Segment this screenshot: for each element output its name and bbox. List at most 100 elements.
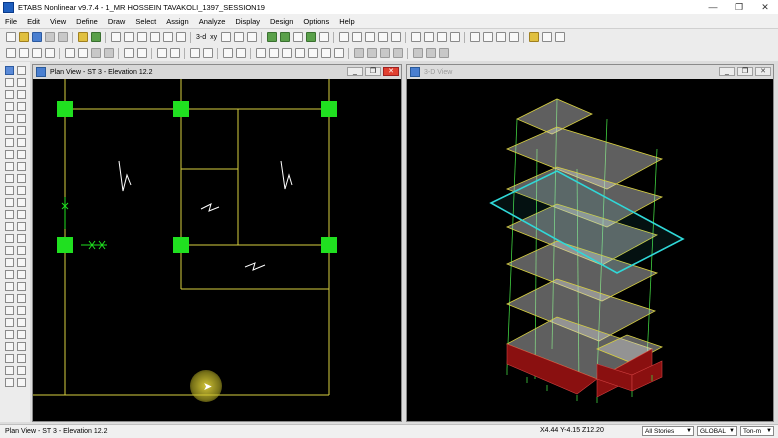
- beam-icon[interactable]: [77, 48, 88, 58]
- plan-view-minimize-button[interactable]: _: [347, 67, 363, 76]
- animate-icon[interactable]: [449, 32, 460, 42]
- pan-icon[interactable]: [162, 32, 173, 42]
- show-loads-icon[interactable]: [235, 48, 246, 58]
- undo-icon[interactable]: [44, 32, 55, 42]
- design-composite-icon[interactable]: [495, 32, 506, 42]
- section-icon[interactable]: [390, 32, 401, 42]
- snap-lines-icon[interactable]: [4, 234, 14, 243]
- draw-area-click-icon[interactable]: [16, 150, 26, 159]
- align-icon[interactable]: [412, 48, 423, 58]
- frame-prop-icon[interactable]: [255, 48, 266, 58]
- snap-extension-icon[interactable]: [4, 246, 14, 255]
- mirror-icon[interactable]: [366, 48, 377, 58]
- rotate-icon[interactable]: [233, 32, 244, 42]
- coord-system-select[interactable]: GLOBAL ▼: [697, 426, 737, 436]
- draw-brace-icon[interactable]: [16, 90, 26, 99]
- select-all-icon[interactable]: [4, 186, 14, 195]
- area-prop-icon[interactable]: [268, 48, 279, 58]
- shell-icon[interactable]: [364, 32, 375, 42]
- clear-selection-icon[interactable]: [4, 198, 14, 207]
- draw-ref-point-icon[interactable]: [16, 162, 26, 171]
- draw-slab-icon[interactable]: [4, 126, 14, 135]
- zoom-window-icon[interactable]: [110, 32, 121, 42]
- tool-18a-icon[interactable]: [4, 270, 14, 279]
- 3d-view-close-button[interactable]: ✕: [755, 67, 771, 76]
- tool-27b-icon[interactable]: [16, 378, 26, 387]
- column-node[interactable]: [321, 237, 337, 253]
- close-button[interactable]: ✕: [752, 0, 778, 14]
- tool-25b-icon[interactable]: [16, 354, 26, 363]
- draw-wall-icon[interactable]: [16, 114, 26, 123]
- pier-icon[interactable]: [281, 48, 292, 58]
- snap-parallel-icon[interactable]: [16, 246, 26, 255]
- link-icon[interactable]: [377, 32, 388, 42]
- plan-view-button[interactable]: xy: [210, 34, 217, 41]
- pointer-icon[interactable]: [4, 66, 14, 75]
- plan-view-close-button[interactable]: ✕: [383, 67, 399, 76]
- draw-area-icon[interactable]: [31, 48, 42, 58]
- design-steel-icon[interactable]: [469, 32, 480, 42]
- replicate-icon[interactable]: [353, 48, 364, 58]
- draw-ref-plane-icon[interactable]: [4, 174, 14, 183]
- draw-dim-icon[interactable]: [4, 162, 14, 171]
- tool-21a-icon[interactable]: [4, 306, 14, 315]
- tool-18b-icon[interactable]: [16, 270, 26, 279]
- open-icon[interactable]: [18, 32, 29, 42]
- 3d-view-minimize-button[interactable]: _: [719, 67, 735, 76]
- tool-22b-icon[interactable]: [16, 318, 26, 327]
- redo-icon[interactable]: [57, 32, 68, 42]
- column-node[interactable]: [173, 101, 189, 117]
- tool-17a-icon[interactable]: [4, 258, 14, 267]
- stress-icon[interactable]: [436, 32, 447, 42]
- spring-icon[interactable]: [169, 48, 180, 58]
- menu-options[interactable]: Options: [298, 17, 334, 26]
- lock-icon[interactable]: [77, 32, 88, 42]
- draw-line-icon[interactable]: [18, 48, 29, 58]
- menu-display[interactable]: Display: [230, 17, 265, 26]
- dimension-icon[interactable]: [136, 48, 147, 58]
- snap-icon[interactable]: [44, 48, 55, 58]
- minimize-button[interactable]: —: [700, 0, 726, 14]
- draw-joint-icon[interactable]: [4, 78, 14, 87]
- perspective-icon[interactable]: [246, 32, 257, 42]
- tool-20b-icon[interactable]: [16, 294, 26, 303]
- snap-ends-icon[interactable]: [16, 210, 26, 219]
- run-icon[interactable]: [90, 32, 101, 42]
- menu-design[interactable]: Design: [265, 17, 298, 26]
- tool-19a-icon[interactable]: [4, 282, 14, 291]
- tool-23b-icon[interactable]: [16, 330, 26, 339]
- grid-icon[interactable]: [64, 48, 75, 58]
- menu-draw[interactable]: Draw: [103, 17, 131, 26]
- tool-21b-icon[interactable]: [16, 306, 26, 315]
- tool-23a-icon[interactable]: [4, 330, 14, 339]
- refresh-icon[interactable]: [175, 32, 186, 42]
- tool-27a-icon[interactable]: [4, 378, 14, 387]
- menu-define[interactable]: Define: [71, 17, 103, 26]
- tool-22a-icon[interactable]: [4, 318, 14, 327]
- spandrel-icon[interactable]: [294, 48, 305, 58]
- options-icon[interactable]: [292, 32, 303, 42]
- deform-icon[interactable]: [410, 32, 421, 42]
- menu-help[interactable]: Help: [334, 17, 359, 26]
- extrude-icon[interactable]: [425, 48, 436, 58]
- plan-view-window[interactable]: Plan View - ST 3 - Elevation 12.2 _ ❐ ✕: [32, 64, 402, 422]
- plan-view-restore-button[interactable]: ❐: [365, 67, 381, 76]
- forces-icon[interactable]: [423, 32, 434, 42]
- stories-select[interactable]: All Stories ▼: [642, 426, 694, 436]
- get-previous-icon[interactable]: [16, 186, 26, 195]
- zoom-all-icon[interactable]: [149, 32, 160, 42]
- display-icon[interactable]: [318, 32, 329, 42]
- restraint-icon[interactable]: [156, 48, 167, 58]
- column-node[interactable]: [57, 237, 73, 253]
- column-node[interactable]: [57, 101, 73, 117]
- hinge-icon[interactable]: [333, 48, 344, 58]
- draw-section-cut-icon[interactable]: [16, 174, 26, 183]
- design-concrete-icon[interactable]: [482, 32, 493, 42]
- reshape-icon[interactable]: [16, 66, 26, 75]
- draw-area-rect-icon[interactable]: [4, 150, 14, 159]
- design-wall-icon[interactable]: [508, 32, 519, 42]
- 3d-view-restore-button[interactable]: ❐: [737, 67, 753, 76]
- draw-point-icon[interactable]: [5, 48, 16, 58]
- draw-column-icon[interactable]: [4, 102, 14, 111]
- menu-analyze[interactable]: Analyze: [194, 17, 231, 26]
